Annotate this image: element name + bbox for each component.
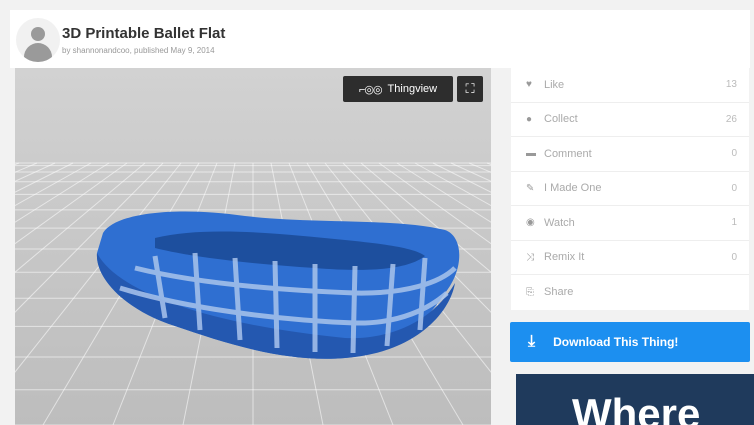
action-i-made-one[interactable]: ✎ I Made One 0 bbox=[511, 172, 749, 206]
expand-icon: ⛶ bbox=[465, 81, 475, 96]
fullscreen-button[interactable]: ⛶ bbox=[457, 76, 483, 102]
model-render bbox=[15, 68, 491, 425]
action-count: 0 bbox=[731, 182, 737, 194]
action-comment[interactable]: ▬ Comment 0 bbox=[511, 137, 749, 172]
action-label: Comment bbox=[544, 147, 592, 160]
thingview-button[interactable]: ⌐◎◎ Thingview bbox=[343, 76, 453, 102]
action-share[interactable]: ⎘ Share bbox=[511, 275, 749, 310]
avatar[interactable] bbox=[16, 18, 60, 62]
action-label: I Made One bbox=[544, 182, 602, 195]
page-title: 3D Printable Ballet Flat bbox=[62, 25, 226, 42]
remix-icon: ⤨ bbox=[526, 251, 534, 263]
collect-icon: ● bbox=[526, 113, 533, 125]
byline[interactable]: by shannonandcoo, published May 9, 2014 bbox=[62, 46, 215, 55]
action-count: 13 bbox=[725, 79, 737, 91]
action-count: 0 bbox=[731, 148, 737, 160]
action-label: Collect bbox=[544, 113, 578, 126]
comment-icon: ▬ bbox=[526, 148, 536, 160]
download-icon: ⤓ bbox=[528, 333, 536, 350]
heart-icon: ♥ bbox=[526, 79, 532, 91]
action-collect[interactable]: ● Collect 26 bbox=[511, 103, 749, 137]
action-label: Remix It bbox=[544, 251, 585, 264]
action-like[interactable]: ♥ Like 13 bbox=[511, 68, 749, 103]
action-label: Watch bbox=[544, 216, 575, 229]
action-count: 0 bbox=[731, 251, 737, 263]
ad-text: Where bbox=[572, 390, 701, 425]
eye-icon: ◉ bbox=[526, 217, 535, 229]
share-icon: ⎘ bbox=[526, 286, 534, 298]
action-label: Like bbox=[544, 78, 565, 91]
action-watch[interactable]: ◉ Watch 1 bbox=[511, 206, 749, 241]
thingview-label: Thingview bbox=[387, 83, 438, 95]
action-list: ♥ Like 13 ● Collect 26 ▬ Comment 0 ✎ I Made One 0 ◉ W… bbox=[511, 68, 749, 310]
action-remix-it[interactable]: ⤨ Remix It 0 bbox=[511, 241, 749, 275]
thing-header: 3D Printable Ballet Flat by shannonandco… bbox=[10, 10, 750, 68]
ad-banner[interactable]: Where bbox=[516, 374, 754, 425]
model-viewer[interactable]: ⌐◎◎ Thingview ⛶ bbox=[15, 68, 491, 425]
action-label: Share bbox=[544, 286, 574, 299]
3d-glasses-icon: ⌐◎◎ bbox=[358, 83, 383, 96]
avatar-head-shape bbox=[31, 27, 45, 41]
action-count: 26 bbox=[725, 113, 737, 125]
avatar-body-shape bbox=[24, 43, 52, 62]
download-button[interactable]: ⤓ Download This Thing! bbox=[510, 322, 750, 362]
download-label: Download This Thing! bbox=[553, 335, 679, 349]
edit-icon: ✎ bbox=[526, 182, 535, 194]
action-count: 1 bbox=[731, 217, 737, 229]
